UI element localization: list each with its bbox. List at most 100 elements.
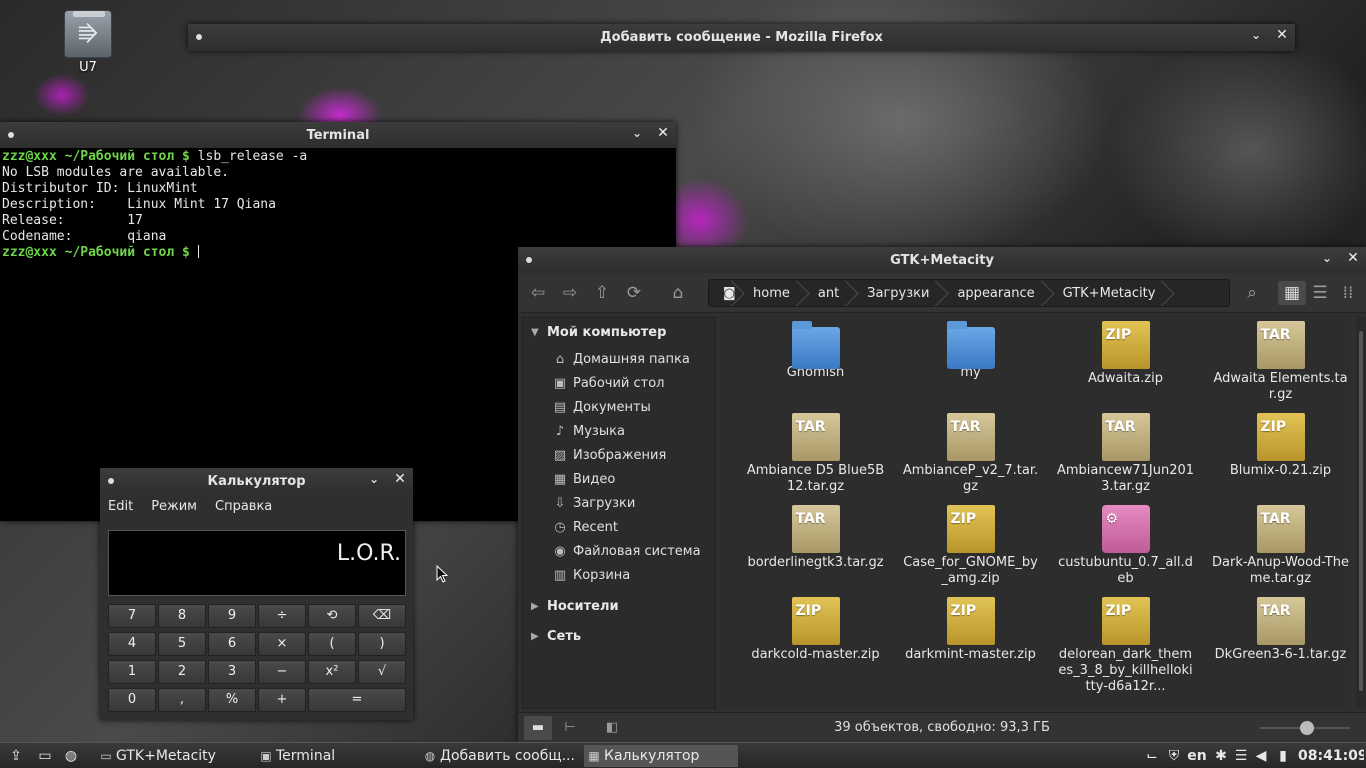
- menu-icon[interactable]: ⇪: [4, 745, 28, 767]
- scrollbar[interactable]: [1356, 317, 1366, 709]
- calculator-titlebar[interactable]: Калькулятор ⌄ ✕: [100, 468, 413, 494]
- close-icon[interactable]: ✕: [1275, 27, 1289, 43]
- location-toggle-icon[interactable]: ◙: [709, 280, 739, 306]
- home-icon[interactable]: ⌂: [664, 281, 692, 305]
- minimize-icon[interactable]: ⌄: [367, 472, 381, 486]
- close-icon[interactable]: ✕: [656, 125, 670, 141]
- sidebar-header-network[interactable]: ▶ Сеть: [523, 622, 715, 652]
- file-item[interactable]: ZIP delorean_dark_themes_3_8_by_killhello…: [1048, 597, 1203, 694]
- calc-key[interactable]: ⟲: [308, 604, 356, 628]
- battery-icon[interactable]: ▮: [1274, 745, 1292, 767]
- terminal-titlebar[interactable]: Terminal ⌄ ✕: [0, 122, 676, 148]
- task-file-manager[interactable]: ▭ GTK+Metacity: [96, 745, 246, 767]
- window-menu-icon[interactable]: [8, 132, 14, 138]
- back-icon[interactable]: ⇦: [524, 281, 552, 305]
- search-icon[interactable]: ⌕: [1238, 281, 1266, 305]
- task-firefox[interactable]: ◍ Добавить сообщ...: [420, 745, 576, 767]
- file-view[interactable]: Gnomish my ZIP Adwaita.zip TAR Adwaita Elemen…: [720, 317, 1350, 709]
- calc-key[interactable]: 7: [108, 604, 156, 628]
- desktop-usb-drive[interactable]: ⭆ U7: [62, 10, 114, 75]
- notifications-icon[interactable]: ⌙: [1142, 745, 1162, 767]
- sidebar-item[interactable]: ◉ Файловая система: [523, 540, 715, 564]
- calc-key[interactable]: +: [258, 688, 306, 712]
- file-item[interactable]: TAR DkGreen3-6-1.tar.gz: [1203, 597, 1358, 689]
- calc-key[interactable]: 0: [108, 688, 156, 712]
- firefox-launcher-icon[interactable]: ◍: [60, 745, 82, 767]
- calc-key[interactable]: 1: [108, 660, 156, 684]
- sidebar-header-devices[interactable]: ▶ Носители: [523, 592, 715, 622]
- breadcrumb-downloads[interactable]: Загрузки: [853, 280, 943, 306]
- close-icon[interactable]: ✕: [1346, 250, 1360, 266]
- file-item[interactable]: ZIP Blumix-0.21.zip: [1203, 413, 1358, 505]
- breadcrumb-ant[interactable]: ant: [804, 280, 853, 306]
- sidebar-item[interactable]: ⌂ Домашняя папка: [523, 348, 715, 372]
- file-manager-titlebar[interactable]: GTK+Metacity ⌄ ✕: [518, 247, 1366, 273]
- minimize-icon[interactable]: ⌄: [1320, 251, 1334, 265]
- menu-help[interactable]: Справка: [215, 499, 272, 514]
- file-item[interactable]: TAR Adwaita Elements.tar.gz: [1203, 321, 1358, 413]
- calc-key[interactable]: ): [358, 632, 406, 656]
- compact-view-icon[interactable]: ⁞⁞: [1334, 281, 1362, 305]
- list-view-icon[interactable]: ☰: [1306, 281, 1334, 305]
- calc-key[interactable]: 2: [158, 660, 206, 684]
- file-item[interactable]: TAR Ambiance D5 Blue5B12.tar.gz: [738, 413, 893, 505]
- update-manager-icon[interactable]: ⛨: [1164, 745, 1184, 767]
- file-item[interactable]: TAR Ambiancew71Jun2013.tar.gz: [1048, 413, 1203, 505]
- file-item[interactable]: ZIP Adwaita.zip: [1048, 321, 1203, 413]
- network-icon[interactable]: ☰: [1232, 745, 1250, 767]
- calc-key[interactable]: ÷: [258, 604, 306, 628]
- file-item[interactable]: TAR borderlinegtk3.tar.gz: [738, 505, 893, 597]
- up-icon[interactable]: ⇧: [588, 281, 616, 305]
- calc-key[interactable]: (: [308, 632, 356, 656]
- calc-key[interactable]: 4: [108, 632, 156, 656]
- window-menu-icon[interactable]: [526, 257, 532, 263]
- file-item[interactable]: ZIP darkmint-master.zip: [893, 597, 1048, 689]
- sidebar-item[interactable]: ▦ Видео: [523, 468, 715, 492]
- window-menu-icon[interactable]: [108, 478, 114, 484]
- file-item[interactable]: my: [893, 321, 1048, 413]
- clock[interactable]: 08:41:09: [1298, 745, 1364, 767]
- forward-icon[interactable]: ⇨: [556, 281, 584, 305]
- task-calculator[interactable]: ▦ Калькулятор: [584, 745, 738, 767]
- breadcrumb-home[interactable]: home: [739, 280, 804, 306]
- sidebar-item[interactable]: ▨ Изображения: [523, 444, 715, 468]
- icon-view-icon[interactable]: ▦: [1278, 281, 1306, 305]
- minimize-icon[interactable]: ⌄: [630, 126, 644, 140]
- calc-key[interactable]: √: [358, 660, 406, 684]
- file-item[interactable]: ⚙ custubuntu_0.7_all.deb: [1048, 505, 1203, 597]
- breadcrumb-current[interactable]: GTK+Metacity: [1049, 280, 1170, 306]
- window-menu-icon[interactable]: [196, 34, 202, 40]
- zoom-slider-handle[interactable]: [1300, 721, 1314, 735]
- calc-key[interactable]: ,: [158, 688, 206, 712]
- keyboard-layout[interactable]: en: [1186, 745, 1208, 767]
- calc-key[interactable]: ×: [258, 632, 306, 656]
- file-item[interactable]: ZIP darkcold-master.zip: [738, 597, 893, 689]
- menu-mode[interactable]: Режим: [151, 499, 197, 514]
- show-desktop-icon[interactable]: ▭: [34, 745, 56, 767]
- close-icon[interactable]: ✕: [393, 471, 407, 487]
- calc-key[interactable]: 8: [158, 604, 206, 628]
- sidebar-item[interactable]: ♪ Музыка: [523, 420, 715, 444]
- firefox-titlebar[interactable]: Добавить сообщение - Mozilla Firefox ⌄ ✕: [188, 24, 1295, 50]
- reload-icon[interactable]: ⟳: [620, 281, 648, 305]
- calc-key[interactable]: −: [258, 660, 306, 684]
- calc-key[interactable]: x²: [308, 660, 356, 684]
- calc-key[interactable]: 5: [158, 632, 206, 656]
- calc-key[interactable]: 9: [208, 604, 256, 628]
- calc-key[interactable]: ⌫: [358, 604, 406, 628]
- task-terminal[interactable]: ▣ Terminal: [256, 745, 412, 767]
- breadcrumb-appearance[interactable]: appearance: [943, 280, 1048, 306]
- sidebar-item[interactable]: ⇩ Загрузки: [523, 492, 715, 516]
- sidebar-item[interactable]: ▥ Корзина: [523, 564, 715, 588]
- file-item[interactable]: Gnomish: [738, 321, 893, 413]
- sidebar-item[interactable]: ◷ Recent: [523, 516, 715, 540]
- minimize-icon[interactable]: ⌄: [1249, 28, 1263, 42]
- calc-key[interactable]: %: [208, 688, 256, 712]
- calculator-display[interactable]: L.O.R.: [108, 530, 406, 596]
- sidebar-item[interactable]: ▤ Документы: [523, 396, 715, 420]
- sidebar-header-computer[interactable]: ▼ Мой компьютер: [523, 318, 715, 348]
- calc-key[interactable]: 3: [208, 660, 256, 684]
- menu-edit[interactable]: Edit: [108, 499, 133, 514]
- file-item[interactable]: TAR AmbianceP_v2_7.tar.gz: [893, 413, 1048, 505]
- zoom-slider[interactable]: [1260, 721, 1350, 735]
